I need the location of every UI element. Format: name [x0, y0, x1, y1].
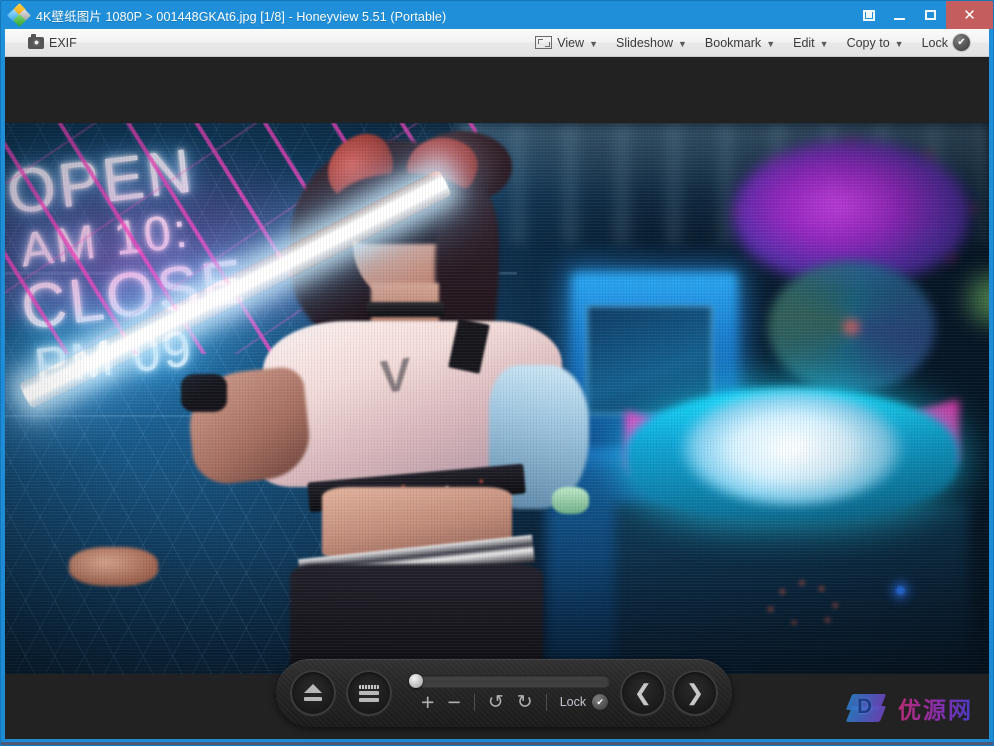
minimize-icon: [894, 17, 905, 20]
zoom-out-button[interactable]: −: [447, 690, 460, 714]
tool-divider: [473, 693, 475, 711]
watermark: D 优源网: [843, 691, 973, 725]
eject-button[interactable]: [290, 670, 336, 716]
control-bar-right: ❮ ❯: [620, 670, 732, 716]
maximize-button[interactable]: [915, 1, 946, 29]
window-controls: ✕: [853, 1, 993, 29]
fullscreen-icon: [862, 9, 875, 21]
rotate-right-button[interactable]: ↻: [517, 693, 533, 712]
lock-label: Lock: [921, 35, 948, 50]
control-bar-lock-toggle[interactable]: Lock ✔: [559, 694, 609, 710]
slider-handle[interactable]: [409, 673, 423, 688]
check-circle-icon: ✔: [953, 34, 970, 51]
chevron-down-icon: ▼: [894, 38, 904, 49]
copy-to-menu[interactable]: Copy to ▼: [838, 33, 913, 53]
bookmark-menu[interactable]: Bookmark ▼: [696, 33, 784, 53]
check-circle-icon: ✔: [592, 694, 609, 710]
previous-image-button[interactable]: ❮: [620, 670, 666, 716]
watermark-logo-icon: D: [843, 693, 889, 723]
slideshow-label: Slideshow: [616, 35, 673, 50]
control-bar-tools: + − ↺ ↻ Lock ✔: [408, 690, 610, 714]
edit-menu[interactable]: Edit ▼: [784, 33, 837, 53]
control-bar-lock-label: Lock: [559, 695, 587, 709]
chevron-right-icon: ❯: [685, 680, 705, 705]
edit-label: Edit: [793, 35, 815, 50]
chevron-left-icon: ❮: [633, 680, 653, 705]
rotate-left-button[interactable]: ↺: [488, 693, 504, 712]
slideshow-menu[interactable]: Slideshow ▼: [607, 33, 696, 53]
window-title: 4K壁纸图片 1080P > 001448GKAt6.jpg [1/8] - H…: [36, 9, 447, 24]
chevron-down-icon: ▼: [819, 38, 829, 49]
photo-vignette: [5, 123, 989, 674]
close-button[interactable]: ✕: [946, 1, 993, 29]
chevron-down-icon: ▼: [589, 38, 598, 49]
chevron-down-icon: ▼: [677, 38, 687, 49]
camera-icon: [28, 34, 44, 49]
main-toolbar: EXIF View ▼ Slideshow ▼ Bookmark ▼ Edit …: [5, 29, 989, 57]
view-label: View: [557, 35, 585, 50]
copy-to-label: Copy to: [846, 35, 890, 50]
exif-label: EXIF: [49, 35, 77, 50]
control-bar-left: [276, 670, 392, 716]
fullscreen-button[interactable]: [853, 1, 884, 29]
displayed-image[interactable]: OPEN AM 10: CLOSE PM 09 V: [5, 123, 989, 674]
minimize-button[interactable]: [884, 1, 915, 29]
view-menu[interactable]: View ▼: [526, 33, 607, 53]
watermark-text: 优源网: [898, 691, 973, 725]
image-canvas[interactable]: OPEN AM 10: CLOSE PM 09 V: [5, 57, 989, 739]
app-logo-icon: [7, 3, 31, 27]
tool-divider: [545, 693, 547, 711]
bookmark-label: Bookmark: [704, 35, 762, 50]
toolbar-left-group: EXIF: [5, 33, 86, 53]
honeyview-window: 4K壁纸图片 1080P > 001448GKAt6.jpg [1/8] - H…: [0, 0, 994, 746]
image-position-slider[interactable]: [408, 673, 610, 688]
next-image-button[interactable]: ❯: [672, 670, 718, 716]
zoom-in-button[interactable]: +: [421, 690, 434, 714]
title-bar: 4K壁纸图片 1080P > 001448GKAt6.jpg [1/8] - H…: [1, 1, 993, 29]
hamburger-menu-icon: [359, 684, 379, 702]
floating-control-bar: + − ↺ ↻ Lock ✔ ❮ ❯: [276, 659, 732, 727]
exif-button[interactable]: EXIF: [19, 33, 86, 53]
toolbar-right-group: View ▼ Slideshow ▼ Bookmark ▼ Edit ▼ Cop…: [526, 31, 989, 54]
maximize-icon: [925, 10, 936, 20]
menu-button[interactable]: [346, 670, 392, 716]
close-icon: ✕: [963, 6, 976, 24]
control-bar-middle: + − ↺ ↻ Lock ✔: [392, 673, 620, 714]
eject-icon: [303, 684, 323, 702]
chevron-down-icon: ▼: [766, 38, 776, 49]
fit-screen-icon: [535, 36, 553, 49]
watermark-logo-letter: D: [857, 695, 873, 718]
lock-toggle[interactable]: Lock ✔: [913, 31, 979, 54]
